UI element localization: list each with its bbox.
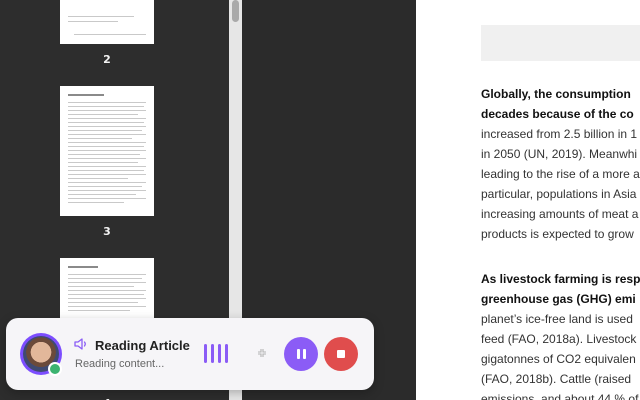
paragraph-line: emissions, and about 44 % of [481, 392, 639, 400]
online-status-dot [48, 362, 62, 376]
player-status: Reading content... [75, 358, 165, 370]
paragraph-line: particular, populations in Asia [481, 187, 637, 201]
speaker-icon [74, 338, 86, 350]
document-page: Globally, the consumption decades becaus… [416, 0, 640, 400]
paragraph-line: gigatonnes of CO2 equivalen [481, 352, 636, 366]
pause-icon [297, 349, 300, 359]
paragraph-line: (FAO, 2018b). Cattle (raised [481, 372, 632, 386]
page-thumbnail-2[interactable] [60, 0, 154, 44]
page-number-label: 2 [103, 53, 111, 66]
paragraph-line: in 2050 (UN, 2019). Meanwhi [481, 147, 638, 161]
figure-placeholder [481, 25, 640, 61]
paragraph-line: products is expected to grow [481, 227, 634, 241]
pause-button[interactable] [284, 337, 318, 371]
paragraph-line: leading to the rise of a more a [481, 167, 640, 181]
player-title: Reading Article [95, 338, 190, 353]
paragraph-bold-line: As livestock farming is resp [481, 272, 640, 286]
paragraph-bold-line: greenhouse gas (GHG) emi [481, 292, 636, 306]
paragraph-bold-line: Globally, the consumption [481, 87, 631, 101]
page-number-label: 3 [103, 225, 111, 238]
stop-icon [337, 350, 345, 358]
paragraph-2: As livestock farming is resp greenhouse … [481, 269, 640, 400]
page-thumbnail-3[interactable] [60, 86, 154, 216]
paragraph-line: feed (FAO, 2018a). Livestock [481, 332, 637, 346]
paragraph-1: Globally, the consumption decades becaus… [481, 84, 640, 244]
reading-player: Reading Article Reading content... [6, 318, 374, 390]
paragraph-line: increased from 2.5 billion in 1 [481, 127, 638, 141]
paragraph-bold-line: decades because of the co [481, 107, 634, 121]
paragraph-line: planet’s ice-free land is used [481, 312, 633, 326]
paragraph-line: increasing amounts of meat a [481, 207, 639, 221]
scrollbar-thumb[interactable] [232, 0, 239, 22]
waveform-icon [204, 344, 230, 363]
stop-button[interactable] [324, 337, 358, 371]
minimize-icon[interactable] [257, 348, 267, 358]
